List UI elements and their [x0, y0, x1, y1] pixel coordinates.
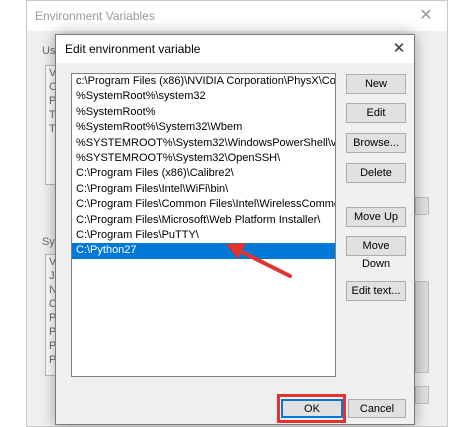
red-arrow-icon — [226, 243, 292, 278]
